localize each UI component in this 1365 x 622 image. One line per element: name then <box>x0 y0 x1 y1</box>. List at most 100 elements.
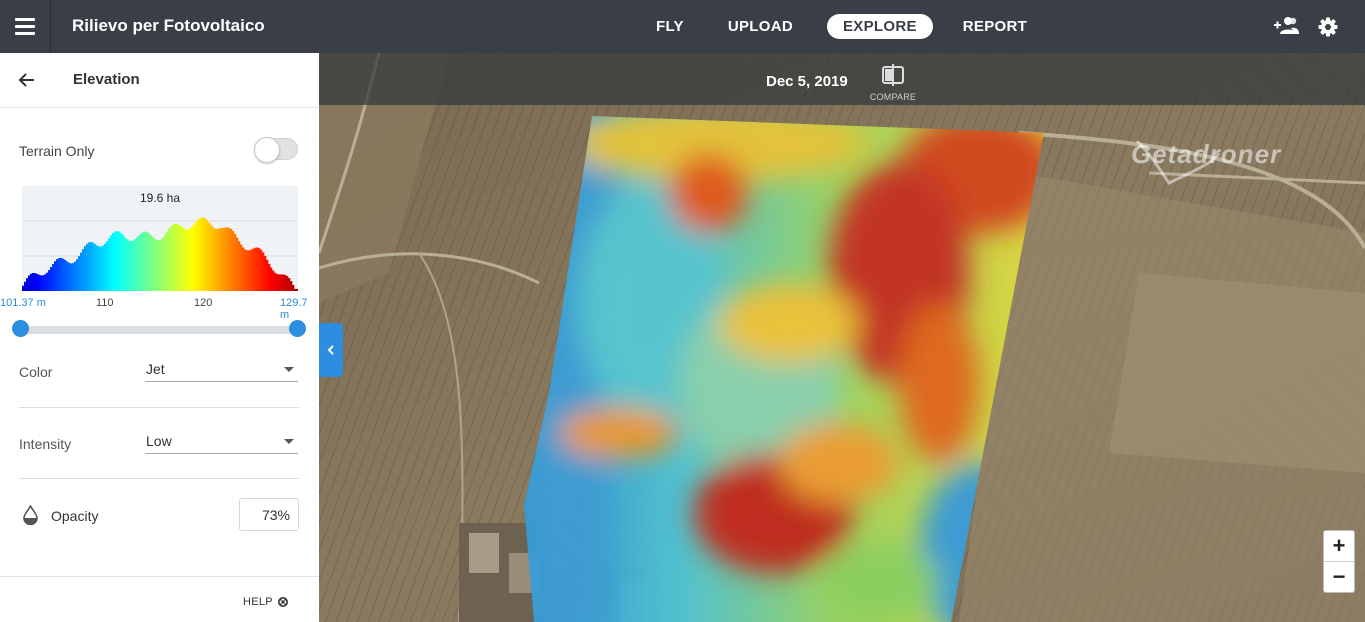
nav-upload[interactable]: UPLOAD <box>712 14 809 39</box>
compare-button[interactable]: COMPARE <box>867 64 919 102</box>
histogram-bar <box>76 259 79 291</box>
compare-label: COMPARE <box>869 92 917 102</box>
add-user-icon[interactable] <box>1273 16 1299 36</box>
divider <box>19 478 299 479</box>
histogram-bar <box>74 261 77 291</box>
histogram-bar <box>224 227 227 291</box>
histogram-bar <box>242 247 245 291</box>
histogram-bar <box>106 241 109 291</box>
histogram-bar <box>222 227 225 291</box>
histogram-bar <box>230 229 233 291</box>
histogram-bar <box>220 227 223 291</box>
histogram-bar <box>72 263 75 291</box>
histogram-bar <box>56 259 59 291</box>
back-arrow-icon[interactable] <box>16 69 38 91</box>
histogram-bar <box>284 274 287 291</box>
histogram-bar <box>180 226 183 291</box>
histogram-bar <box>126 239 129 291</box>
histogram-bar <box>42 275 45 291</box>
histogram-bar <box>204 218 207 291</box>
histogram-bar <box>60 257 63 291</box>
terrain-only-toggle[interactable] <box>254 137 298 163</box>
nav-fly[interactable]: FLY <box>640 14 700 39</box>
zoom-control: + − <box>1323 530 1355 593</box>
histogram-bar <box>134 239 137 291</box>
histogram-bar <box>292 284 295 291</box>
histogram-bar <box>228 227 231 291</box>
histogram-bar <box>102 245 105 291</box>
compare-icon <box>882 64 904 86</box>
menu-icon[interactable] <box>0 0 51 53</box>
histogram-bar <box>58 258 61 291</box>
range-max-handle[interactable] <box>289 320 306 337</box>
histogram-bar <box>226 227 229 291</box>
histogram-bar <box>30 273 33 291</box>
color-select-value: Jet <box>146 361 165 377</box>
histogram-bar <box>170 226 173 291</box>
histogram-bar <box>272 270 275 291</box>
elevation-range-slider[interactable] <box>20 326 298 334</box>
histogram-bar <box>196 220 199 291</box>
histogram-bar <box>112 233 115 291</box>
histogram-bar <box>250 249 253 291</box>
histogram-bar <box>124 237 127 291</box>
capture-date[interactable]: Dec 5, 2019 <box>766 73 848 90</box>
collapse-panel-button[interactable] <box>319 323 343 377</box>
histogram-bar <box>278 274 281 291</box>
histogram-bar <box>168 228 171 291</box>
histogram-bar <box>178 225 181 291</box>
histogram-bar <box>40 275 43 291</box>
histogram-bar <box>158 240 161 291</box>
opacity-input[interactable]: 73% <box>239 498 299 531</box>
histogram-bar <box>84 246 87 291</box>
histogram-bar <box>274 272 277 291</box>
histogram-bar <box>118 231 121 291</box>
gear-icon[interactable] <box>1318 17 1338 37</box>
histogram-bar <box>22 285 25 291</box>
histogram-bar <box>148 233 151 291</box>
histogram-bar <box>152 237 155 291</box>
histogram-bar <box>146 232 149 291</box>
histogram-bar <box>184 229 187 291</box>
histogram-bar <box>262 252 265 291</box>
elevation-panel: Elevation Terrain Only 19.6 ha 101.37 m … <box>0 53 319 622</box>
histogram-bar <box>32 273 35 291</box>
chevron-left-icon <box>327 345 334 355</box>
histogram-bar <box>276 273 279 291</box>
panel-header: Elevation <box>0 53 319 108</box>
histogram-bar <box>182 227 185 291</box>
histogram-bar <box>44 274 47 291</box>
nav-report[interactable]: REPORT <box>947 14 1043 39</box>
histogram-bar <box>100 246 103 291</box>
help-link[interactable]: HELP <box>243 596 288 608</box>
histogram-bar <box>94 244 97 291</box>
histogram-bar <box>232 231 235 291</box>
histogram-bar <box>36 273 39 291</box>
range-min-handle[interactable] <box>12 320 29 337</box>
histogram-bar <box>52 264 55 291</box>
chevron-down-icon <box>284 439 294 444</box>
zoom-in-button[interactable]: + <box>1324 531 1354 562</box>
histogram-bar <box>54 261 57 291</box>
histogram-bar <box>238 241 241 291</box>
opacity-label: Opacity <box>51 508 99 524</box>
zoom-out-button[interactable]: − <box>1324 562 1354 592</box>
histogram-bar <box>24 281 27 291</box>
histogram-bar <box>264 255 267 291</box>
histogram-bar <box>270 267 273 291</box>
histogram-bar <box>236 237 239 291</box>
histogram-bar <box>98 246 101 291</box>
histogram-bar <box>258 248 261 291</box>
intensity-select[interactable]: Low <box>145 430 298 454</box>
intensity-label: Intensity <box>19 436 72 452</box>
histogram-bar <box>240 244 243 291</box>
color-select[interactable]: Jet <box>145 358 298 382</box>
histogram-bar <box>104 243 107 291</box>
histogram-bar <box>128 240 131 291</box>
nav-explore[interactable]: EXPLORE <box>827 14 933 39</box>
map-view[interactable]: Getadroner Dec 5, 2019 COMPARE + − <box>319 53 1365 622</box>
histogram-bar <box>214 228 217 291</box>
histogram-bar <box>108 238 111 291</box>
histogram-bar <box>140 233 143 291</box>
histogram-bar <box>256 247 259 291</box>
